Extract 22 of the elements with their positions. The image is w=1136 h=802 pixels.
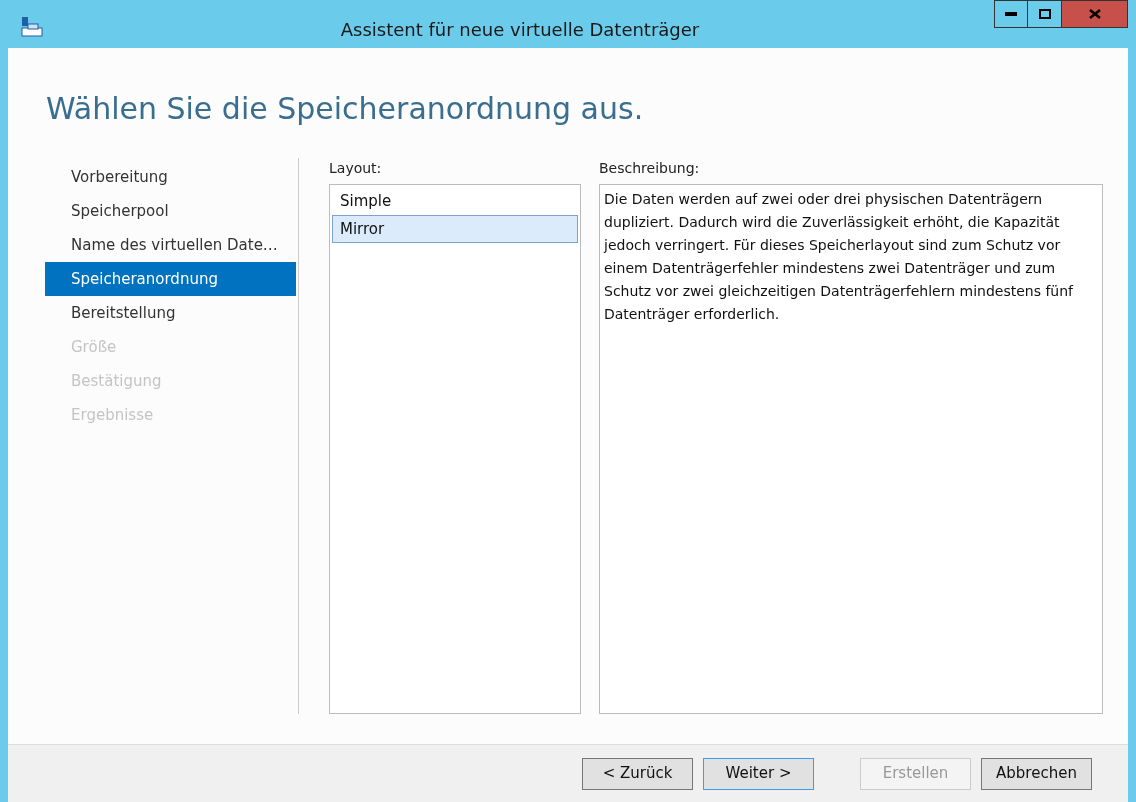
wizard-step[interactable]: Name des virtuellen Date…: [45, 228, 296, 262]
description-text: Die Daten werden auf zwei oder drei physischen Datenträgern dupliziert. Dadurch wird die Zuverlässigkeit erhöht, die Kapazität jedoch verringert. Für dieses Speicherlayout sind zum Schutz vor einem Datenträgerfehler mindestens zwei Datenträger und zum Schutz vor zwei gleichzeitigen Datenträgerfehlern mindestens fünf Datenträger erforderlich.: [604, 190, 1075, 324]
window-title: Assistent für neue virtuelle Datenträger: [340, 17, 700, 42]
description-label: Beschreibung:: [599, 159, 701, 178]
maximize-button[interactable]: [1028, 0, 1062, 28]
minimize-icon: [1005, 12, 1017, 16]
minimize-button[interactable]: [994, 0, 1028, 28]
wizard-button[interactable]: < Zurück: [582, 757, 693, 790]
page-heading: Wählen Sie die Speicheranordnung aus.: [45, 90, 645, 128]
layout-option[interactable]: Simple: [332, 187, 578, 215]
layout-label: Layout:: [329, 159, 383, 178]
wizard-button[interactable]: Abbrechen: [981, 757, 1092, 790]
maximize-icon: [1038, 9, 1051, 19]
wizard-step[interactable]: Vorbereitung: [45, 160, 296, 194]
wizard-step[interactable]: Speicherpool: [45, 194, 296, 228]
wizard-button[interactable]: Weiter >: [703, 757, 814, 790]
layout-option[interactable]: Mirror: [332, 215, 578, 243]
wizard-step[interactable]: Speicheranordnung: [45, 262, 296, 296]
close-button[interactable]: [1062, 0, 1128, 28]
wizard-step[interactable]: Bereitstellung: [45, 296, 296, 330]
drive-icon: [20, 16, 44, 38]
close-icon: [1088, 9, 1101, 19]
